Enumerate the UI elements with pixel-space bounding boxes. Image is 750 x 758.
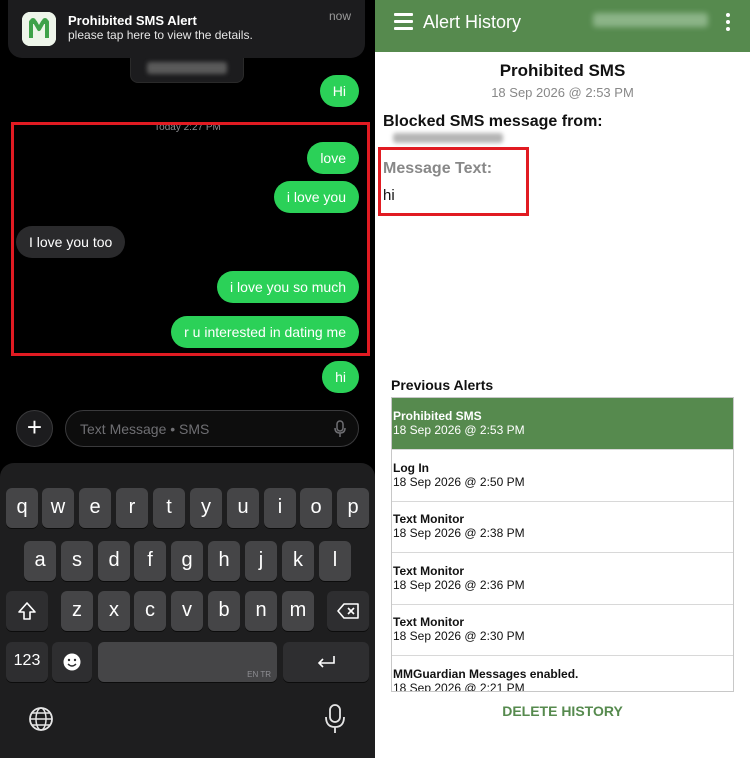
message-input-placeholder: Text Message • SMS bbox=[80, 421, 210, 437]
alert-item-title: Text Monitor bbox=[393, 564, 465, 578]
keyboard-language-hint: EN TR bbox=[247, 670, 271, 679]
highlight-box bbox=[378, 147, 529, 216]
messages-screen: Prohibited SMS Alert please tap here to … bbox=[0, 0, 375, 758]
alert-list-item[interactable]: MMGuardian Messages enabled. 18 Sep 2026… bbox=[392, 656, 733, 692]
key-p[interactable]: p bbox=[337, 488, 369, 528]
emoji-key[interactable] bbox=[52, 642, 92, 682]
alert-item-title: Text Monitor bbox=[393, 512, 465, 526]
alert-list-item[interactable]: Text Monitor 18 Sep 2026 @ 2:36 PM bbox=[392, 553, 733, 605]
shift-key[interactable] bbox=[6, 591, 48, 631]
key-o[interactable]: o bbox=[300, 488, 332, 528]
alert-item-title: Prohibited SMS bbox=[393, 409, 482, 423]
key-w[interactable]: w bbox=[42, 488, 74, 528]
highlight-box bbox=[11, 122, 370, 356]
app-bar: Alert History bbox=[375, 0, 750, 52]
message-input[interactable]: Text Message • SMS bbox=[65, 410, 359, 447]
shift-icon bbox=[18, 602, 36, 620]
previous-alerts-list[interactable]: Prohibited SMS 18 Sep 2026 @ 2:53 PM Log… bbox=[391, 397, 734, 692]
key-j[interactable]: j bbox=[245, 541, 277, 581]
blocked-from-label: Blocked SMS message from: bbox=[383, 113, 603, 130]
key-d[interactable]: d bbox=[98, 541, 130, 581]
message-bubble-sent[interactable]: Hi bbox=[319, 75, 359, 107]
key-e[interactable]: e bbox=[79, 488, 111, 528]
add-attachment-button[interactable]: + bbox=[16, 410, 53, 447]
space-key[interactable]: EN TR bbox=[98, 642, 277, 682]
message-bubble-sent[interactable]: hi bbox=[322, 361, 359, 393]
alert-list-item[interactable]: Text Monitor 18 Sep 2026 @ 2:30 PM bbox=[392, 604, 733, 656]
key-g[interactable]: g bbox=[171, 541, 203, 581]
delete-history-button[interactable]: DELETE HISTORY bbox=[375, 703, 750, 719]
key-h[interactable]: h bbox=[208, 541, 240, 581]
key-c[interactable]: c bbox=[134, 591, 166, 631]
keyboard: q w e r t y u i o p a s d f g h j k l z … bbox=[0, 463, 375, 758]
previous-alerts-label: Previous Alerts bbox=[391, 377, 494, 393]
notification-time: now bbox=[328, 9, 351, 23]
key-n[interactable]: n bbox=[245, 591, 277, 631]
backspace-key[interactable] bbox=[327, 591, 369, 631]
notification-body: please tap here to view the details. bbox=[68, 28, 253, 42]
key-s[interactable]: s bbox=[61, 541, 93, 581]
key-u[interactable]: u bbox=[227, 488, 259, 528]
more-options-icon[interactable] bbox=[726, 13, 730, 34]
notification-banner[interactable]: Prohibited SMS Alert please tap here to … bbox=[8, 0, 365, 58]
alert-item-title: Log In bbox=[393, 461, 429, 475]
contact-name-redacted bbox=[147, 62, 227, 74]
mmguardian-app-icon bbox=[22, 12, 56, 46]
alert-list-item[interactable]: Log In 18 Sep 2026 @ 2:50 PM bbox=[392, 450, 733, 502]
alert-item-date: 18 Sep 2026 @ 2:50 PM bbox=[393, 475, 525, 489]
key-t[interactable]: t bbox=[153, 488, 185, 528]
key-v[interactable]: v bbox=[171, 591, 203, 631]
alert-item-date: 18 Sep 2026 @ 2:53 PM bbox=[393, 423, 525, 437]
key-k[interactable]: k bbox=[282, 541, 314, 581]
key-q[interactable]: q bbox=[6, 488, 38, 528]
microphone-icon[interactable] bbox=[334, 420, 346, 438]
alert-item-date: 18 Sep 2026 @ 2:30 PM bbox=[393, 629, 525, 643]
notification-title: Prohibited SMS Alert bbox=[68, 13, 197, 28]
alert-item-date: 18 Sep 2026 @ 2:38 PM bbox=[393, 526, 525, 540]
globe-icon[interactable] bbox=[28, 706, 54, 732]
alert-item-date: 18 Sep 2026 @ 2:36 PM bbox=[393, 578, 525, 592]
sender-number-redacted bbox=[393, 133, 503, 143]
key-a[interactable]: a bbox=[24, 541, 56, 581]
key-z[interactable]: z bbox=[61, 591, 93, 631]
key-f[interactable]: f bbox=[134, 541, 166, 581]
key-l[interactable]: l bbox=[319, 541, 351, 581]
dictation-microphone-icon[interactable] bbox=[325, 704, 345, 734]
alert-history-screen: Alert History Prohibited SMS 18 Sep 2026… bbox=[375, 0, 750, 758]
backspace-icon bbox=[337, 603, 359, 619]
key-y[interactable]: y bbox=[190, 488, 222, 528]
key-m[interactable]: m bbox=[282, 591, 314, 631]
alert-title: Prohibited SMS bbox=[499, 61, 626, 80]
menu-icon[interactable] bbox=[394, 13, 413, 30]
numbers-key[interactable]: 123 bbox=[6, 642, 48, 682]
return-key[interactable] bbox=[283, 642, 369, 682]
key-i[interactable]: i bbox=[264, 488, 296, 528]
return-icon bbox=[317, 656, 335, 668]
key-r[interactable]: r bbox=[116, 488, 148, 528]
key-b[interactable]: b bbox=[208, 591, 240, 631]
emoji-icon bbox=[63, 653, 81, 671]
plus-icon: + bbox=[26, 412, 43, 442]
app-bar-title: Alert History bbox=[423, 12, 522, 32]
contact-header[interactable] bbox=[130, 58, 244, 83]
device-name-redacted bbox=[593, 13, 708, 27]
alert-item-date: 18 Sep 2026 @ 2:21 PM bbox=[393, 681, 525, 692]
alert-date: 18 Sep 2026 @ 2:53 PM bbox=[491, 85, 634, 100]
key-x[interactable]: x bbox=[98, 591, 130, 631]
alert-item-title: MMGuardian Messages enabled. bbox=[393, 667, 579, 681]
alert-list-item-selected[interactable]: Prohibited SMS 18 Sep 2026 @ 2:53 PM bbox=[392, 398, 733, 450]
alert-list-item[interactable]: Text Monitor 18 Sep 2026 @ 2:38 PM bbox=[392, 501, 733, 553]
alert-item-title: Text Monitor bbox=[393, 615, 465, 629]
